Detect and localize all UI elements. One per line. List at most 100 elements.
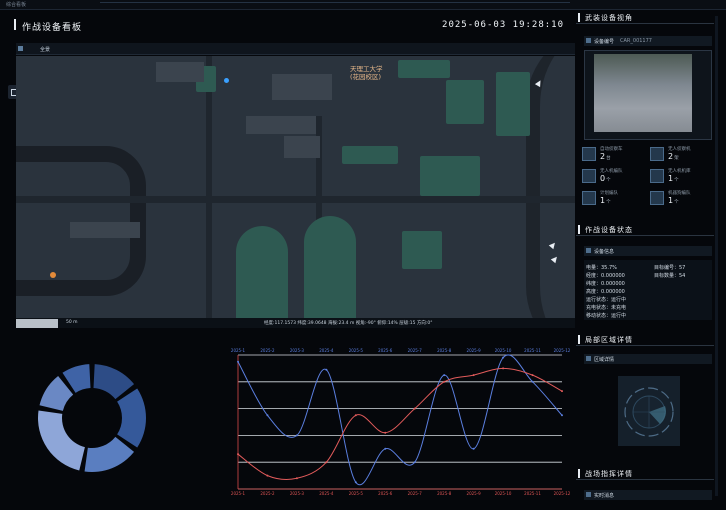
- map-green-area: [402, 231, 442, 269]
- device-count-item: 计划编队 1个: [582, 190, 646, 206]
- window-top-label: 综合看板: [6, 2, 27, 8]
- x-tick-label-bottom: 2025-1: [231, 491, 246, 496]
- x-tick-label-bottom: 2025-12: [554, 491, 571, 496]
- map-scale-box: [16, 319, 58, 328]
- camera-section-header: 武装设备视角: [576, 10, 714, 24]
- device-count-item: 无人机机库 1个: [650, 168, 714, 184]
- status-subhead-label: 设备信息: [594, 249, 615, 255]
- series-point-0[interactable]: [325, 368, 328, 371]
- map-road-loop: [16, 146, 146, 296]
- device-count-value: 2: [600, 152, 606, 161]
- log-subhead-label: 实时消息: [594, 493, 615, 499]
- log-section-header: 战场指挥详情: [576, 466, 714, 480]
- device-count-unit: 个: [606, 200, 611, 205]
- section-accent-bar: [578, 469, 580, 478]
- donut-slice[interactable]: [37, 410, 85, 471]
- status-battery: 电量：35.7%: [586, 265, 617, 271]
- series-point-0[interactable]: [443, 374, 446, 377]
- device-count-item: 机器狗编队 1个: [650, 190, 714, 206]
- camera-subhead: 设备编号 CAR_001177: [584, 36, 712, 46]
- series-point-1[interactable]: [472, 374, 475, 377]
- map-tab-panorama[interactable]: 全景: [40, 46, 50, 53]
- map-toolbar: 全景: [16, 43, 575, 55]
- poi-marker-icon[interactable]: [50, 272, 56, 278]
- series-point-0[interactable]: [384, 447, 387, 450]
- series-point-1[interactable]: [413, 407, 416, 410]
- x-tick-label-bottom: 2025-11: [524, 491, 541, 496]
- status-subhead: 设备信息: [584, 246, 712, 256]
- status-target-count: 目标数量：54: [654, 273, 686, 279]
- series-point-1[interactable]: [325, 461, 328, 464]
- device-count: 1个: [600, 196, 611, 205]
- device-count: 0个: [600, 174, 611, 183]
- series-point-0[interactable]: [413, 461, 416, 464]
- x-tick-label-top: 2025-2: [260, 348, 275, 353]
- series-point-0[interactable]: [561, 414, 563, 417]
- camera-feed-image: [594, 54, 692, 132]
- device-count-value: 1: [668, 174, 674, 183]
- section-divider: [576, 23, 714, 24]
- map-campus-label: 天理工大学 (花园校区): [350, 65, 383, 81]
- x-tick-label-top: 2025-7: [408, 348, 423, 353]
- map-building: [284, 136, 320, 158]
- map-green-area: [342, 146, 398, 164]
- page-title: 作战设备看板: [22, 23, 83, 33]
- status-subhead-icon: [586, 248, 591, 253]
- device-count: 1个: [668, 196, 679, 205]
- series-point-1[interactable]: [443, 380, 446, 383]
- radar-icon[interactable]: [618, 376, 680, 446]
- series-point-1[interactable]: [237, 453, 239, 456]
- map-green-area: [398, 60, 450, 78]
- map-view[interactable]: 天理工大学 (花园校区) 50 m 经度:117.1573 纬度:39.0648…: [16, 56, 575, 328]
- map-sports-field: [304, 216, 356, 326]
- x-tick-label-top: 2025-12: [554, 348, 571, 353]
- camera-feed[interactable]: [584, 50, 712, 140]
- map-campus-label-line2: (花园校区): [350, 73, 382, 81]
- dashboard-header: 作战设备看板 2025-06-03 19:28:10: [14, 14, 570, 36]
- vehicle-icon: [582, 147, 596, 161]
- location-marker[interactable]: [224, 78, 229, 83]
- series-point-0[interactable]: [354, 481, 357, 484]
- x-tick-label-bottom: 2025-2: [260, 491, 275, 496]
- status-latitude: 纬度：0.000000: [586, 281, 625, 287]
- series-point-0[interactable]: [266, 414, 269, 417]
- x-tick-label-top: 2025-9: [467, 348, 482, 353]
- datetime-display: 2025-06-03 19:28:10: [442, 20, 564, 30]
- series-point-0[interactable]: [531, 380, 534, 383]
- area-subhead: 区域详情: [584, 354, 712, 364]
- series-point-1[interactable]: [354, 414, 357, 417]
- series-point-0[interactable]: [472, 447, 475, 450]
- series-point-1[interactable]: [266, 474, 269, 477]
- map-layer-icon[interactable]: [18, 46, 23, 51]
- camera-subhead-icon: [586, 38, 591, 43]
- device-count-item: 无人侦察机 2架: [650, 146, 714, 162]
- series-point-1[interactable]: [561, 390, 563, 393]
- x-tick-label-bottom: 2025-8: [437, 491, 452, 496]
- map-road-curve: [526, 56, 575, 328]
- section-accent-bar: [578, 13, 580, 22]
- series-point-1[interactable]: [531, 374, 534, 377]
- area-radar-panel: [584, 364, 712, 460]
- section-accent-bar: [578, 335, 580, 344]
- map-building: [246, 116, 316, 134]
- status-move-state: 移动状态：运行中: [586, 313, 627, 319]
- donut-slice[interactable]: [93, 364, 135, 400]
- donut-slice[interactable]: [117, 388, 146, 448]
- x-tick-label-bottom: 2025-9: [467, 491, 482, 496]
- donut-slice[interactable]: [84, 436, 135, 472]
- series-point-1[interactable]: [295, 477, 298, 480]
- right-panel-scrollbar[interactable]: [715, 16, 718, 496]
- donut-chart: [37, 364, 146, 472]
- section-divider: [576, 235, 714, 236]
- device-count-item: 自动侦察车 2台: [582, 146, 646, 162]
- x-tick-label-bottom: 2025-5: [349, 491, 364, 496]
- map-green-area: [496, 72, 530, 136]
- series-point-1[interactable]: [502, 367, 505, 370]
- section-divider: [576, 345, 714, 346]
- series-point-0[interactable]: [295, 434, 298, 437]
- series-point-0[interactable]: [502, 356, 505, 359]
- device-count-unit: 架: [674, 156, 679, 161]
- series-point-0[interactable]: [237, 360, 239, 363]
- series-point-1[interactable]: [384, 431, 387, 434]
- device-count: 1个: [668, 174, 679, 183]
